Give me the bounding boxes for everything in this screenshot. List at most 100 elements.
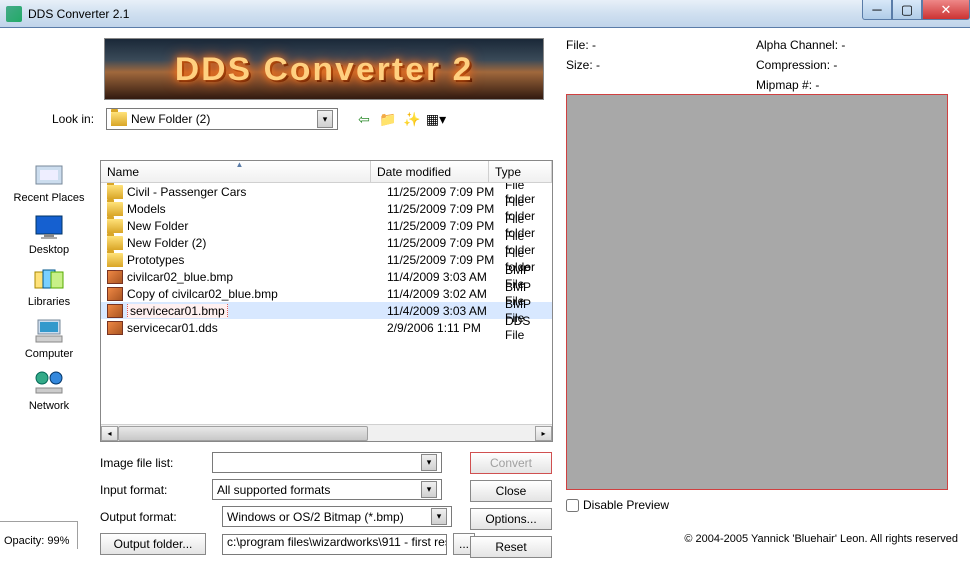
scroll-track[interactable] [118,426,535,441]
output-folder-path[interactable]: c:\program files\wizardworks\911 - first… [222,534,447,555]
file-row[interactable]: Civil - Passenger Cars11/25/2009 7:09 PM… [101,183,552,200]
places-network-label: Network [29,400,69,412]
file-row[interactable]: Copy of civilcar02_blue.bmp11/4/2009 3:0… [101,285,552,302]
file-row[interactable]: civilcar02_blue.bmp11/4/2009 3:03 AMBMP … [101,268,552,285]
disable-preview-checkbox[interactable] [566,499,579,512]
horizontal-scrollbar[interactable]: ◂ ▸ [101,424,552,441]
maximize-button[interactable]: ▢ [892,0,922,20]
folder-icon [107,219,123,233]
bmp-icon [107,304,123,318]
file-name: servicecar01.dds [127,321,387,335]
column-type[interactable]: Type [489,161,552,182]
places-computer-label: Computer [25,348,73,360]
file-date: 11/25/2009 7:09 PM [387,202,505,216]
image-file-list-select[interactable]: ▾ [212,452,442,473]
file-row[interactable]: New Folder11/25/2009 7:09 PMFile folder [101,217,552,234]
file-row[interactable]: Models11/25/2009 7:09 PMFile folder [101,200,552,217]
bmp-icon [107,270,123,284]
lookin-label: Look in: [52,112,100,126]
chevron-down-icon[interactable]: ▾ [317,110,333,128]
input-format-select[interactable]: All supported formats ▾ [212,479,442,500]
file-date: 11/25/2009 7:09 PM [387,185,505,199]
file-name: Models [127,202,387,216]
back-icon[interactable]: ⇦ [354,109,374,129]
image-file-list-label: Image file list: [100,456,206,470]
app-banner: DDS Converter 2 [104,38,544,100]
places-recent-label: Recent Places [14,192,85,204]
folder-icon [107,253,123,267]
places-desktop-label: Desktop [29,244,69,256]
file-name: New Folder [127,219,387,233]
folder-icon [107,202,123,216]
app-icon [6,6,22,22]
file-list-header: Name▲ Date modified Type [101,161,552,183]
reset-button[interactable]: Reset [470,536,552,558]
close-button[interactable]: Close [470,480,552,502]
folder-icon [111,112,127,126]
file-date: 11/4/2009 3:02 AM [387,287,505,301]
info-size: Size: - [566,58,756,72]
scroll-right-button[interactable]: ▸ [535,426,552,441]
minimize-button[interactable]: ─ [862,0,892,20]
output-format-select[interactable]: Windows or OS/2 Bitmap (*.bmp) ▾ [222,506,452,527]
bmp-icon [107,287,123,301]
places-desktop[interactable]: Desktop [29,212,69,256]
info-alpha: Alpha Channel: - [756,38,845,52]
chevron-down-icon[interactable]: ▾ [421,481,437,498]
new-folder-icon[interactable]: ✨ [402,109,422,129]
copyright-text: © 2004-2005 Yannick 'Bluehair' Leon. All… [684,533,958,545]
file-row[interactable]: Prototypes11/25/2009 7:09 PMFile folder [101,251,552,268]
file-date: 11/4/2009 3:03 AM [387,270,505,284]
column-date[interactable]: Date modified [371,161,489,182]
places-libraries-label: Libraries [28,296,70,308]
up-folder-icon[interactable]: 📁 [378,109,398,129]
file-row[interactable]: New Folder (2)11/25/2009 7:09 PMFile fol… [101,234,552,251]
file-date: 11/25/2009 7:09 PM [387,236,505,250]
options-button[interactable]: Options... [470,508,552,530]
disable-preview-label: Disable Preview [583,498,669,512]
file-name: Copy of civilcar02_blue.bmp [127,287,387,301]
chevron-down-icon[interactable]: ▾ [431,508,447,525]
close-window-button[interactable]: ✕ [922,0,970,20]
file-row[interactable]: servicecar01.dds2/9/2006 1:11 PMDDS File [101,319,552,336]
places-bar: Recent Places Desktop Libraries Computer… [14,160,84,412]
places-network[interactable]: Network [29,368,69,412]
dds-icon [107,321,123,335]
lookin-select[interactable]: New Folder (2) ▾ [106,108,338,130]
file-name: Civil - Passenger Cars [127,185,387,199]
file-type: DDS File [505,314,552,342]
sort-asc-icon: ▲ [236,160,244,169]
file-row[interactable]: servicecar01.bmp11/4/2009 3:03 AMBMP Fil… [101,302,552,319]
chevron-down-icon[interactable]: ▾ [421,454,437,471]
file-name: civilcar02_blue.bmp [127,270,387,284]
info-compression: Compression: - [756,58,837,72]
file-list-body: Civil - Passenger Cars11/25/2009 7:09 PM… [101,183,552,424]
scroll-left-button[interactable]: ◂ [101,426,118,441]
file-name: servicecar01.bmp [127,304,387,318]
convert-button[interactable]: Convert [470,452,552,474]
input-format-value: All supported formats [217,483,330,497]
titlebar: DDS Converter 2.1 ─ ▢ ✕ [0,0,970,28]
view-menu-icon[interactable]: ▦▾ [426,109,446,129]
folder-icon [107,236,123,250]
banner-text: DDS Converter 2 [175,51,474,88]
places-recent[interactable]: Recent Places [14,160,85,204]
opacity-indicator: Opacity: 99% [0,521,78,549]
file-name: Prototypes [127,253,387,267]
file-date: 11/25/2009 7:09 PM [387,219,505,233]
preview-box [566,94,948,490]
column-name[interactable]: Name▲ [101,161,371,182]
scroll-thumb[interactable] [118,426,368,441]
lookin-value: New Folder (2) [131,112,210,126]
info-mipmap: Mipmap #: - [756,78,819,92]
info-file: File: - [566,38,756,52]
window-title: DDS Converter 2.1 [28,7,129,21]
output-format-value: Windows or OS/2 Bitmap (*.bmp) [227,510,404,524]
output-folder-button[interactable]: Output folder... [100,533,206,555]
folder-icon [107,185,123,199]
file-list: Name▲ Date modified Type Civil - Passeng… [100,160,553,442]
file-date: 11/4/2009 3:03 AM [387,304,505,318]
places-computer[interactable]: Computer [25,316,73,360]
places-libraries[interactable]: Libraries [28,264,70,308]
file-date: 11/25/2009 7:09 PM [387,253,505,267]
